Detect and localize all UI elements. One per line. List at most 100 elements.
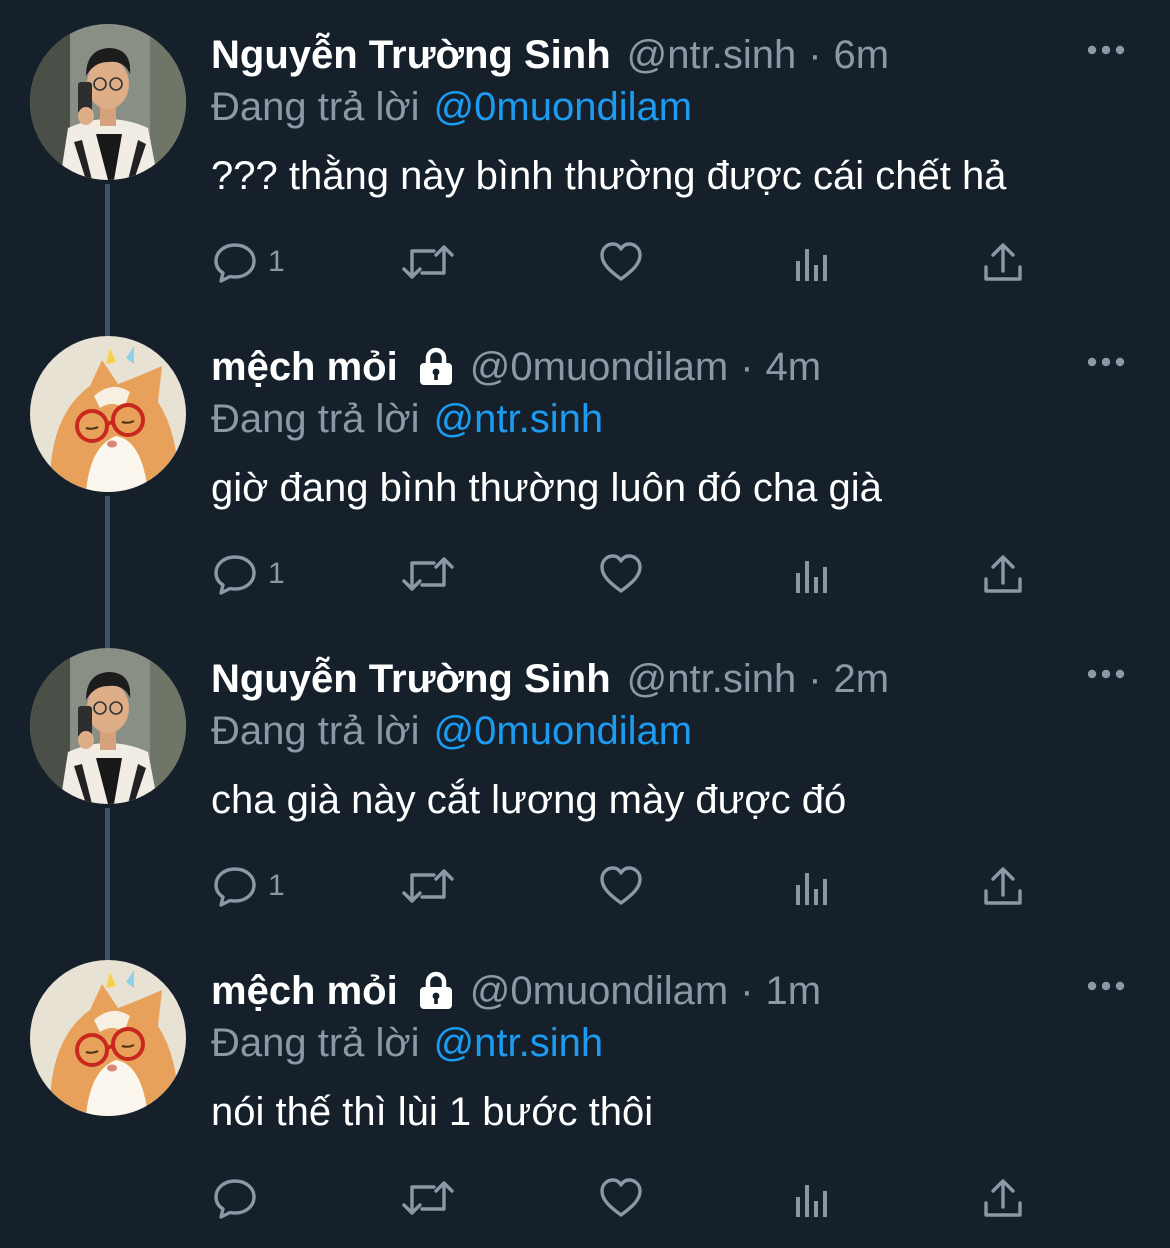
tweet-actions [212,1172,1042,1224]
tweet-header: mệch mỏi @0muondilam · 4m [211,340,821,394]
mention-link[interactable]: @0muondilam [434,85,693,129]
avatar[interactable] [30,24,186,180]
tweet-actions: 1 [212,860,1042,912]
more-horizontal-icon[interactable] [1086,978,1126,994]
share-button[interactable] [980,860,1026,912]
reply-icon [212,551,258,597]
like-button[interactable] [598,860,644,912]
man-selfie-avatar-image [30,648,186,804]
mention-link[interactable]: @0muondilam [434,709,693,753]
heart-icon [598,551,644,597]
heart-icon [598,863,644,909]
timestamp[interactable]: 2m [834,652,890,706]
avatar[interactable] [30,336,186,492]
views-button[interactable] [790,236,836,288]
tweet[interactable]: mệch mỏi @0muondilam · 1m Đang trả lời @n… [0,936,1170,1248]
more-horizontal-icon[interactable] [1086,354,1126,370]
more-horizontal-icon[interactable] [1086,666,1126,682]
separator-dot: · [740,345,754,389]
analytics-icon [790,1175,836,1221]
like-button[interactable] [598,236,644,288]
display-name[interactable]: mệch mỏi [211,340,398,394]
replying-to-label: Đang trả lời [211,397,420,441]
mention-link[interactable]: @ntr.sinh [434,1021,604,1065]
tweet-text: cha già này cắt lương mày được đó [211,778,847,822]
user-handle[interactable]: @0muondilam [470,340,729,394]
reply-button[interactable]: 1 [212,236,285,288]
reply-button[interactable] [212,1172,268,1224]
views-button[interactable] [790,548,836,600]
heart-icon [598,1175,644,1221]
cat-with-glasses-avatar-image [30,960,186,1116]
display-name[interactable]: mệch mỏi [211,964,398,1018]
tweet[interactable]: Nguyễn Trường Sinh @ntr.sinh · 2m Đang t… [0,624,1170,936]
tweet-header: Nguyễn Trường Sinh @ntr.sinh · 6m [211,28,889,82]
reply-icon [212,239,258,285]
share-icon [980,239,1026,285]
more-horizontal-icon[interactable] [1086,42,1126,58]
replying-to-label: Đang trả lời [211,1021,420,1065]
tweet-actions: 1 [212,236,1042,288]
display-name[interactable]: Nguyễn Trường Sinh [211,652,611,706]
views-button[interactable] [790,860,836,912]
reply-button[interactable]: 1 [212,860,285,912]
retweet-button[interactable] [400,548,456,600]
tweet-text: ??? thằng này bình thường được cái chết … [211,154,1007,198]
reply-icon [212,863,258,909]
retweet-button[interactable] [400,236,456,288]
analytics-icon [790,863,836,909]
share-icon [980,1175,1026,1221]
replying-to-label: Đang trả lời [211,709,420,753]
reply-count: 1 [268,245,285,278]
like-button[interactable] [598,1172,644,1224]
retweet-icon [400,1175,456,1221]
retweet-button[interactable] [400,860,456,912]
share-button[interactable] [980,1172,1026,1224]
analytics-icon [790,239,836,285]
thread-connector-line [105,312,110,336]
separator-dot: · [808,33,822,77]
lock-icon [418,971,454,1011]
avatar[interactable] [30,648,186,804]
cat-with-glasses-avatar-image [30,336,186,492]
like-button[interactable] [598,548,644,600]
reply-button[interactable]: 1 [212,548,285,600]
tweet[interactable]: mệch mỏi @0muondilam · 4m Đang trả lời @n… [0,312,1170,624]
retweet-icon [400,551,456,597]
display-name[interactable]: Nguyễn Trường Sinh [211,28,611,82]
replying-to-label: Đang trả lời [211,85,420,129]
reply-count: 1 [268,869,285,902]
heart-icon [598,239,644,285]
timestamp[interactable]: 1m [766,964,822,1018]
retweet-icon [400,239,456,285]
replying-to: Đang trả lời @0muondilam [211,704,692,758]
retweet-icon [400,863,456,909]
tweet-header: mệch mỏi @0muondilam · 1m [211,964,821,1018]
share-button[interactable] [980,236,1026,288]
thread-connector-line [105,184,110,312]
thread-connector-line [105,808,110,936]
user-handle[interactable]: @ntr.sinh [627,28,797,82]
replying-to: Đang trả lời @ntr.sinh [211,1016,603,1070]
replying-to: Đang trả lời @ntr.sinh [211,392,603,446]
thread-connector-line [105,496,110,624]
separator-dot: · [740,969,754,1013]
share-button[interactable] [980,548,1026,600]
retweet-button[interactable] [400,1172,456,1224]
conversation-thread: Nguyễn Trường Sinh @ntr.sinh · 6m Đang t… [0,0,1170,1227]
analytics-icon [790,551,836,597]
user-handle[interactable]: @0muondilam [470,964,729,1018]
lock-icon [418,347,454,387]
tweet[interactable]: Nguyễn Trường Sinh @ntr.sinh · 6m Đang t… [0,0,1170,312]
reply-icon [212,1175,258,1221]
user-handle[interactable]: @ntr.sinh [627,652,797,706]
replying-to: Đang trả lời @0muondilam [211,80,692,134]
thread-connector-line [105,936,110,960]
views-button[interactable] [790,1172,836,1224]
timestamp[interactable]: 4m [766,340,822,394]
mention-link[interactable]: @ntr.sinh [434,397,604,441]
avatar[interactable] [30,960,186,1116]
reply-count: 1 [268,557,285,590]
share-icon [980,551,1026,597]
timestamp[interactable]: 6m [834,28,890,82]
